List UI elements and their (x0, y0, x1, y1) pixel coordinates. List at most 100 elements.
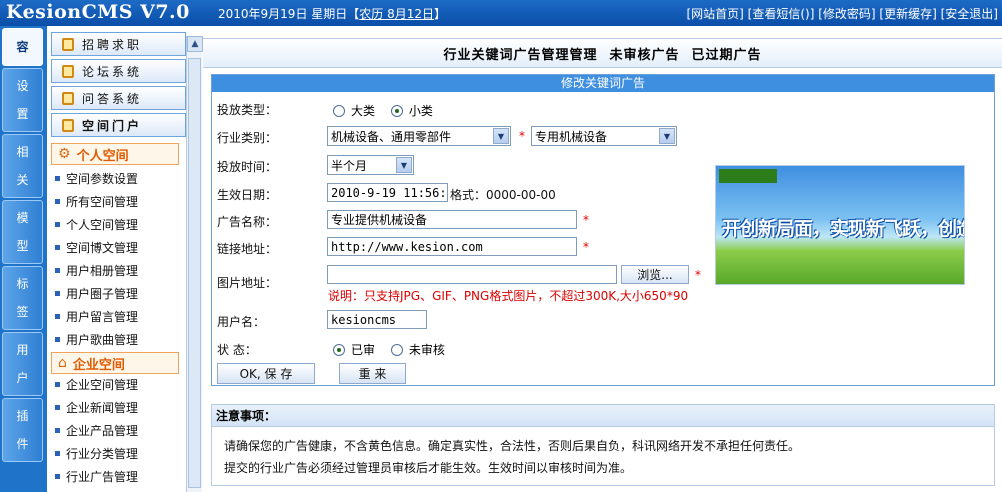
notes-line: 请确保您的广告健康，不含黄色信息。确定真实性，合法性，否则后果自负，科讯网络开发… (224, 439, 801, 453)
date-display: 2010年9月19日 星期日【农历 8月12日】 (218, 5, 446, 22)
vertical-tab-bar: 容 设置 相关 模型 标签 用户 插件 (0, 26, 46, 492)
sidebar-item[interactable]: 企业空间管理 (55, 375, 138, 393)
image-label: 图片地址： (217, 276, 278, 290)
sidebar-category-qa[interactable]: 问答系统 (51, 86, 186, 110)
tab-content[interactable]: 容 (2, 28, 43, 66)
chevron-down-icon: ▼ (659, 128, 675, 144)
type-radio-minor[interactable] (390, 104, 403, 117)
tab-content-label: 容 (16, 40, 29, 54)
sidebar-menu: 招聘求职 论坛系统 问答系统 空间门户 ⚙ 个人空间 空间参数设置 所有空间管理 … (46, 26, 186, 492)
username-input[interactable] (327, 310, 427, 329)
lunar-date-link[interactable]: 农历 8月12日 (359, 7, 434, 21)
sidebar-item[interactable]: 企业新闻管理 (55, 398, 138, 416)
notes-line: 提交的行业广告必须经过管理员审核后才能生效。生效时间以审核时间为准。 (224, 461, 633, 475)
sidebar-category-space-portal[interactable]: 空间门户 (51, 113, 186, 137)
sidebar-item[interactable]: 空间参数设置 (55, 169, 138, 187)
lock-icon (62, 37, 74, 51)
sidebar-item[interactable]: 行业广告管理 (55, 467, 138, 485)
sidebar-item[interactable]: 用户留言管理 (55, 307, 138, 325)
tab-users[interactable]: 用户 (2, 332, 43, 396)
duration-value: 半个月 (331, 158, 368, 173)
sidebar-item-label: 空间参数设置 (66, 171, 139, 186)
notes-box: 注意事项： 请确保您的广告健康，不含黄色信息。确定真实性，合法性，否则后果自负，… (211, 404, 995, 486)
safe-logout-link[interactable]: [安全退出] (941, 7, 998, 21)
change-password-link[interactable]: [修改密码] (818, 7, 875, 21)
status-radio-approved[interactable] (333, 343, 345, 356)
duration-select[interactable]: 半个月 ▼ (327, 155, 414, 175)
view-messages-link[interactable]: [查看短信()] (748, 7, 815, 21)
bullet-icon (55, 198, 60, 204)
home-icon: ⌂ (58, 355, 67, 371)
date-text: 2010年9月19日 星期日【 (218, 7, 360, 21)
tab-users-label: 用户 (16, 343, 29, 385)
type-option-label: 小类 (408, 104, 433, 118)
sidebar-scrollbar[interactable]: ▲ (186, 36, 203, 492)
required-mark: * (519, 129, 525, 143)
industry-sub-select[interactable]: 专用机械设备 ▼ (531, 126, 677, 146)
required-mark: * (695, 268, 701, 282)
type-radio-major[interactable] (333, 104, 345, 117)
sidebar-item[interactable]: 用户圈子管理 (55, 284, 138, 302)
industry-main-select[interactable]: 机械设备、通用零部件 ▼ (327, 126, 511, 146)
bullet-icon (55, 244, 60, 250)
image-url-input[interactable] (327, 265, 617, 284)
section-personal-space: ⚙ 个人空间 (51, 143, 179, 165)
scroll-thumb[interactable] (188, 58, 201, 488)
link-input[interactable] (327, 237, 577, 256)
tab-model[interactable]: 模型 (2, 200, 43, 264)
sidebar-item[interactable]: 个人空间管理 (55, 215, 138, 233)
sidebar-item-label: 所有空间管理 (66, 194, 139, 209)
reset-button[interactable]: 重 来 (339, 363, 406, 384)
sidebar-item-label: 企业空间管理 (66, 377, 139, 392)
sidebar-item[interactable]: 用户歌曲管理 (55, 330, 138, 348)
effective-date-label: 生效日期： (217, 188, 278, 202)
category-label: 论坛系统 (82, 64, 143, 79)
form-title: 修改关键词广告 (212, 75, 994, 92)
nav-expired-ads[interactable]: 已过期广告 (692, 44, 762, 63)
sidebar-item[interactable]: 空间博文管理 (55, 238, 138, 256)
bullet-icon (55, 336, 60, 342)
section-title: 企业空间 (72, 357, 125, 373)
update-cache-link[interactable]: [更新缓存] (879, 7, 936, 21)
site-home-link[interactable]: [网站首页] (686, 7, 743, 21)
tab-settings[interactable]: 设置 (2, 68, 43, 132)
ad-name-input[interactable] (327, 210, 577, 229)
tab-related-label: 相关 (16, 145, 29, 187)
save-button[interactable]: OK, 保 存 (217, 363, 315, 384)
sidebar-item[interactable]: 企业产品管理 (55, 421, 138, 439)
tab-related[interactable]: 相关 (2, 134, 43, 198)
nav-unreviewed-ads[interactable]: 未审核广告 (609, 44, 679, 63)
sidebar-item-label: 企业新闻管理 (66, 400, 139, 415)
sidebar-item[interactable]: 用户相册管理 (55, 261, 138, 279)
lock-icon (62, 91, 74, 105)
edit-ad-form: 修改关键词广告 投放类型： 大类 小类 行业类别： 机械设备、通用零部件 ▼ * … (211, 74, 995, 386)
tab-labels[interactable]: 标签 (2, 266, 43, 330)
lock-icon (62, 118, 74, 132)
tab-plugins[interactable]: 插件 (2, 398, 43, 462)
sidebar-item-label: 用户歌曲管理 (66, 332, 139, 347)
category-label: 空间门户 (82, 118, 143, 133)
browse-button[interactable]: 浏览... (621, 265, 689, 284)
effective-date-input[interactable] (327, 183, 448, 202)
type-radio-group: 大类 小类 (333, 102, 445, 119)
sidebar-item[interactable]: 所有空间管理 (55, 192, 138, 210)
bullet-icon (55, 313, 60, 319)
section-enterprise-space: ⌂ 企业空间 (51, 352, 179, 374)
status-radio-pending[interactable] (390, 343, 403, 356)
sidebar-item-label: 个人空间管理 (66, 217, 139, 232)
status-label: 状 态： (217, 343, 257, 357)
scroll-up-arrow-icon[interactable]: ▲ (187, 36, 203, 52)
sidebar-item-label: 企业产品管理 (66, 423, 139, 438)
chevron-down-icon: ▼ (396, 157, 412, 173)
sub-navigation: 行业关键词广告管理管理 未审核广告 已过期广告 (203, 38, 1002, 68)
bullet-icon (55, 221, 60, 227)
sidebar-category-forum[interactable]: 论坛系统 (51, 59, 186, 83)
section-title: 个人空间 (76, 148, 129, 164)
nav-keyword-ads[interactable]: 行业关键词广告管理管理 (443, 44, 597, 63)
sidebar-category-recruit[interactable]: 招聘求职 (51, 32, 186, 56)
bullet-icon (55, 267, 60, 273)
lock-icon (62, 64, 74, 78)
sidebar-item[interactable]: 行业分类管理 (55, 444, 138, 462)
ad-name-label: 广告名称： (217, 215, 278, 229)
bullet-icon (55, 175, 60, 181)
